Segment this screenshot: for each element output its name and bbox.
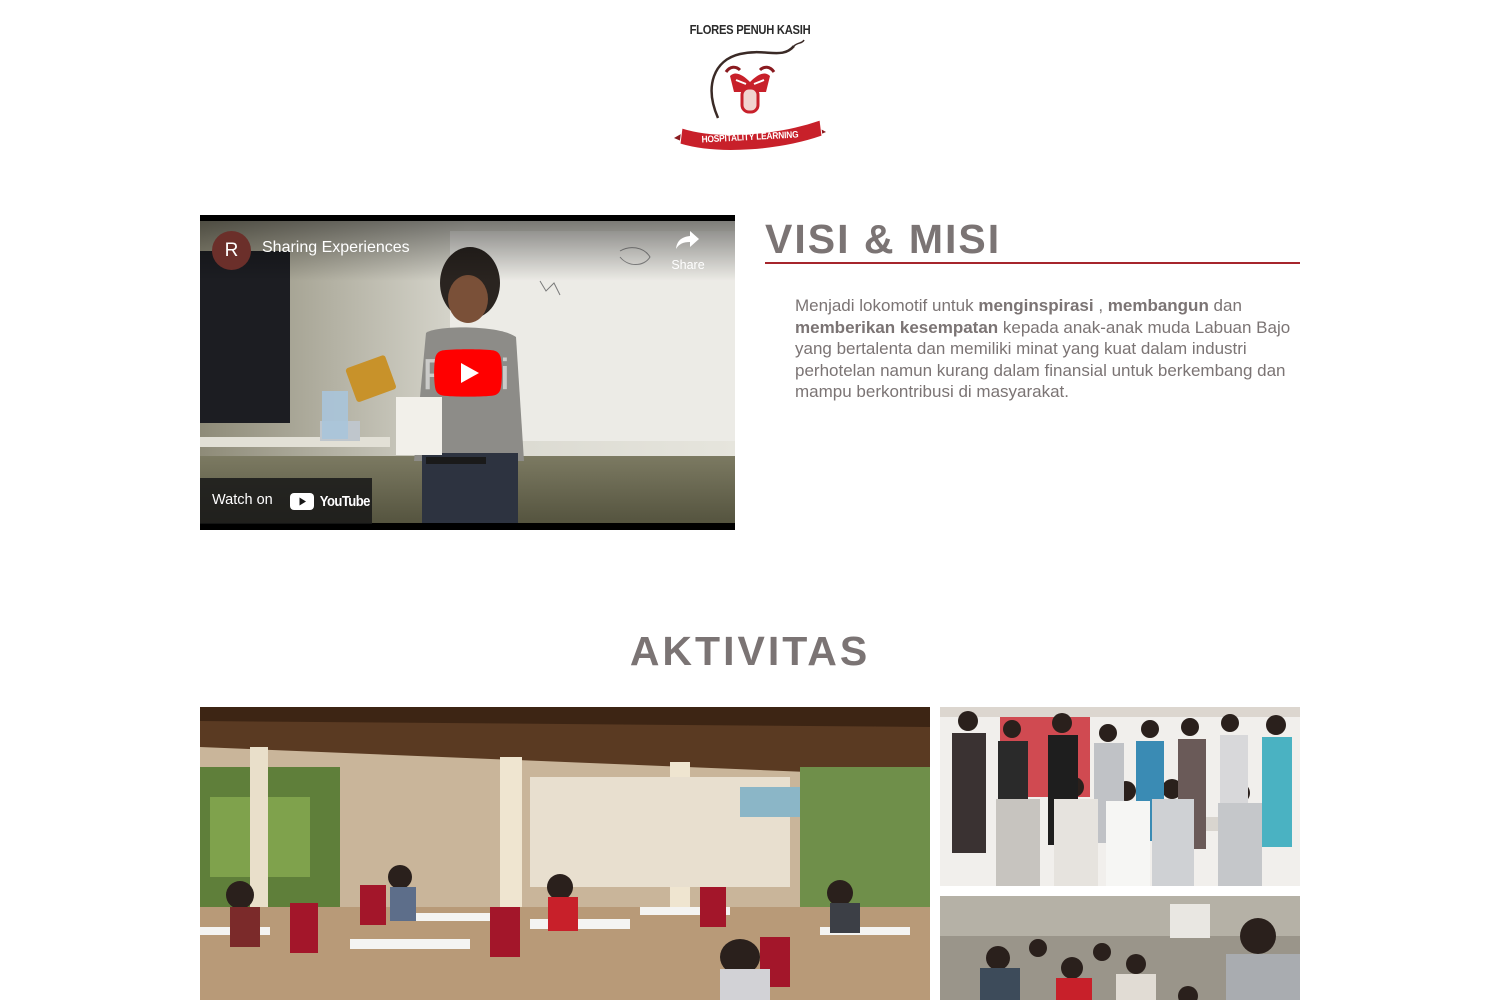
paragraph-bold: menginspirasi xyxy=(978,296,1094,315)
activity-photo-classroom[interactable] xyxy=(200,707,930,1000)
paragraph-bold: memberikan kesempatan xyxy=(795,317,999,337)
logo-title: FLORES PENUH KASIH xyxy=(689,22,811,37)
share-button[interactable]: Share xyxy=(666,229,710,272)
watch-on-youtube-link[interactable]: Watch on YouTube xyxy=(200,478,372,524)
site-logo[interactable]: FLORES PENUH KASIH HOSPITALITY LEARNING xyxy=(670,18,830,152)
play-button[interactable] xyxy=(434,349,502,397)
paragraph-bold: membangun xyxy=(1107,296,1209,315)
visi-misi-paragraph: Menjadi lokomotif untuk menginspirasi , … xyxy=(795,295,1295,403)
youtube-video-embed[interactable]: F i R Sharing Experiences Share Watch on… xyxy=(200,215,735,530)
paragraph-text: Menjadi lokomotif untuk xyxy=(795,296,979,315)
play-icon xyxy=(434,349,502,397)
video-title[interactable]: Sharing Experiences xyxy=(262,239,410,257)
paragraph-text: , xyxy=(1093,296,1108,315)
heading-divider xyxy=(765,262,1300,264)
visi-misi-heading: VISI & MISI xyxy=(765,216,1002,262)
activity-photo-group[interactable] xyxy=(940,707,1300,886)
share-label: Share xyxy=(671,258,705,272)
youtube-logo-icon: YouTube xyxy=(290,492,373,511)
paragraph-text: dan xyxy=(1208,296,1242,315)
activity-photo-outdoor[interactable] xyxy=(940,896,1300,1000)
channel-avatar[interactable]: R xyxy=(212,231,251,270)
watch-on-label: Watch on xyxy=(212,492,273,508)
aktivitas-heading: AKTIVITAS xyxy=(629,628,871,674)
share-icon xyxy=(676,231,699,249)
youtube-wordmark: YouTube xyxy=(319,493,371,510)
